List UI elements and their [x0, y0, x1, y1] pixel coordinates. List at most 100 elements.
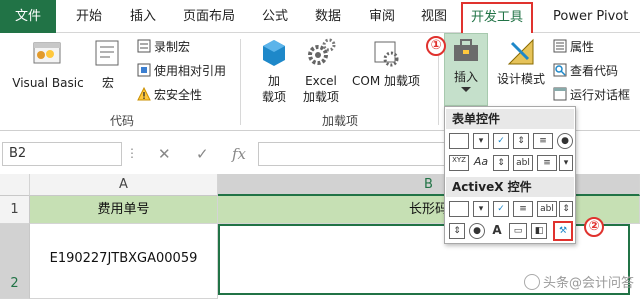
- form-check-box-control[interactable]: ✓: [493, 133, 509, 149]
- tab-file[interactable]: 文件: [0, 0, 56, 33]
- activex-label-control[interactable]: A: [489, 223, 505, 239]
- activex-spin-button-control[interactable]: ⇕: [449, 223, 465, 239]
- column-header-b[interactable]: B: [218, 174, 640, 196]
- form-combo-list-control[interactable]: ≡: [537, 155, 557, 171]
- gear-icon: [308, 38, 336, 65]
- properties-icon: [553, 39, 567, 53]
- code-group-label: 代码: [110, 114, 135, 128]
- visual-basic-icon: [33, 42, 61, 64]
- tab-view[interactable]: 视图: [421, 6, 447, 28]
- design-mode-icon: [507, 38, 534, 65]
- form-list-box-control[interactable]: ≡: [533, 133, 553, 149]
- tab-home[interactable]: 开始: [76, 6, 102, 28]
- step-badge-one: ①: [426, 36, 446, 56]
- activex-toggle-button-control[interactable]: ◧: [531, 223, 547, 239]
- activex-check-box-control[interactable]: ✓: [493, 201, 509, 217]
- run-dialog-label: 运行对话框: [570, 88, 631, 102]
- cell-a2[interactable]: E190227JTBXGA00059: [30, 224, 218, 299]
- addins-group-label: 加载项: [322, 114, 359, 128]
- tab-formulas[interactable]: 公式: [262, 6, 288, 28]
- excel-addins-button[interactable]: Excel 加载项: [298, 37, 344, 105]
- properties-label: 属性: [570, 40, 595, 54]
- run-dialog-button[interactable]: 运行对话框: [553, 85, 630, 105]
- relative-refs-icon: [137, 63, 151, 77]
- tab-page-layout[interactable]: 页面布局: [183, 6, 235, 28]
- view-code-button[interactable]: 查看代码: [553, 61, 618, 81]
- fx-icon[interactable]: fx: [232, 142, 246, 166]
- record-macro-label: 录制宏: [154, 40, 191, 54]
- insert-control-button[interactable]: 插入: [444, 33, 488, 106]
- group-separator: [240, 39, 241, 125]
- activex-text-box-control[interactable]: abl: [537, 201, 557, 217]
- enter-icon[interactable]: ✓: [196, 142, 209, 166]
- macro-security-label: 宏安全性: [154, 88, 203, 102]
- activex-list-box-control[interactable]: ≡: [513, 201, 533, 217]
- com-addins-icon: [374, 41, 399, 67]
- activex-option-button-control[interactable]: ●: [469, 223, 485, 239]
- toolbox-icon: [454, 39, 478, 61]
- activex-controls-header: ActiveX 控件: [446, 177, 574, 197]
- watermark-text: 头条@会计问答: [542, 276, 634, 291]
- record-macro-icon: [137, 39, 151, 53]
- form-combo-box-control[interactable]: ▾: [473, 133, 489, 149]
- form-scroll-bar-control[interactable]: ⇕: [493, 155, 509, 171]
- com-addins-button[interactable]: COM 加载项: [348, 37, 424, 89]
- more-options-icon: ⋮: [126, 146, 138, 160]
- excel-addins-label-line2: 加载项: [302, 90, 339, 104]
- tab-power-pivot[interactable]: Power Pivot: [553, 6, 628, 28]
- visual-basic-button[interactable]: Visual Basic: [10, 37, 86, 91]
- addins-cube-icon: [263, 40, 285, 66]
- form-text-field-control[interactable]: abl: [513, 155, 533, 171]
- view-code-label: 查看代码: [570, 64, 619, 78]
- tab-review[interactable]: 审阅: [369, 6, 395, 28]
- select-all-corner[interactable]: [0, 174, 30, 196]
- form-group-box-control[interactable]: XYZ: [449, 155, 469, 171]
- form-button-control[interactable]: [449, 133, 469, 149]
- cell-b1[interactable]: 长形码: [218, 196, 640, 224]
- form-option-button-control[interactable]: ●: [557, 133, 573, 149]
- macros-button[interactable]: 宏: [90, 37, 126, 91]
- form-controls-header: 表单控件: [446, 109, 574, 129]
- column-header-a[interactable]: A: [30, 174, 218, 196]
- step-badge-two: ②: [584, 217, 604, 237]
- form-label-control[interactable]: Aa: [473, 155, 489, 171]
- insert-label: 插入: [453, 70, 478, 84]
- design-mode-label: 设计模式: [496, 72, 545, 86]
- ribbon-tab-bar: 文件 开始 插入 页面布局 公式 数据 审阅 视图 开发工具 Power Piv…: [0, 0, 640, 33]
- tab-insert[interactable]: 插入: [130, 6, 156, 28]
- insert-controls-dropdown: 表单控件 ▾ ✓ ⇕ ≡ ● XYZ Aa ⇕ abl ≡ ▾ ActiveX …: [444, 106, 576, 244]
- addins-label-line1: 加: [267, 74, 280, 88]
- activex-button-control[interactable]: [449, 201, 469, 217]
- design-mode-button[interactable]: 设计模式: [492, 37, 550, 87]
- formula-input[interactable]: [258, 142, 448, 166]
- run-dialog-icon: [553, 87, 567, 101]
- excel-addins-label-line1: Excel: [305, 74, 337, 88]
- addins-label-line2: 载项: [261, 90, 286, 104]
- relative-refs-button[interactable]: 使用相对引用: [137, 61, 226, 81]
- record-macro-button[interactable]: 录制宏: [137, 37, 190, 57]
- form-spin-button-control[interactable]: ⇕: [513, 133, 529, 149]
- visual-basic-label: Visual Basic: [12, 76, 84, 90]
- activex-scroll-bar-control[interactable]: ⇕: [559, 201, 573, 217]
- name-box[interactable]: B2: [2, 142, 122, 166]
- relative-refs-label: 使用相对引用: [154, 64, 227, 78]
- properties-button[interactable]: 属性: [553, 37, 594, 57]
- tab-data[interactable]: 数据: [315, 6, 341, 28]
- watermark-logo-icon: [523, 274, 540, 290]
- more-controls-icon[interactable]: ⚒: [553, 221, 573, 241]
- macro-security-button[interactable]: 宏安全性: [137, 85, 202, 105]
- form-combo-drop-control[interactable]: ▾: [559, 155, 573, 171]
- addins-button[interactable]: 加 载项: [256, 37, 292, 105]
- row-header-2[interactable]: 2: [0, 224, 30, 299]
- macros-label: 宏: [101, 76, 114, 90]
- activex-image-control[interactable]: ▭: [509, 223, 527, 239]
- cancel-icon[interactable]: ✕: [158, 142, 171, 166]
- tab-developer[interactable]: 开发工具: [461, 2, 534, 33]
- view-code-icon: [553, 63, 567, 77]
- warning-icon: [137, 87, 151, 101]
- row-header-1[interactable]: 1: [0, 196, 30, 224]
- formula-controls: ✕ ✓ fx: [146, 142, 256, 166]
- com-addins-label: COM 加载项: [352, 74, 420, 88]
- activex-combo-box-control[interactable]: ▾: [473, 201, 489, 217]
- cell-a1[interactable]: 费用单号: [30, 196, 218, 224]
